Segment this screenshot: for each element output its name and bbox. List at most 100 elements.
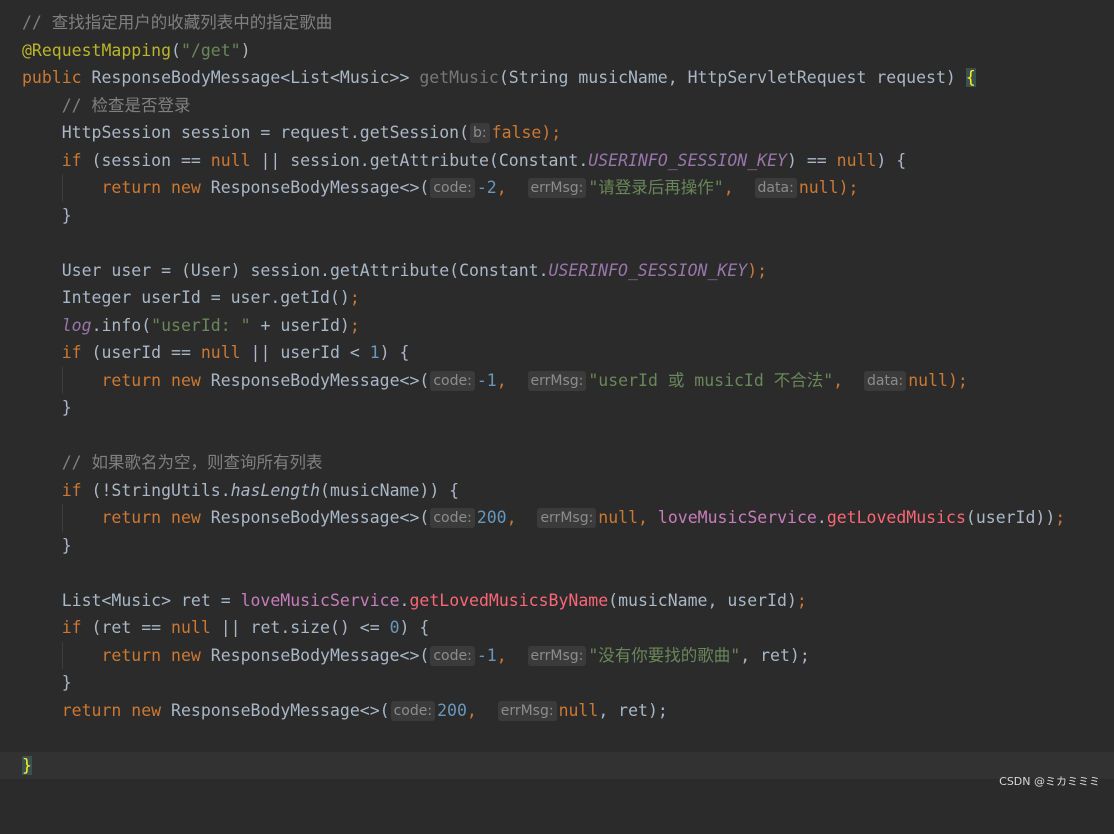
code-line-27[interactable]: [0, 724, 1114, 752]
constant: USERINFO_SESSION_KEY: [548, 260, 748, 280]
service-field: loveMusicService: [240, 590, 400, 610]
keyword: new: [171, 178, 201, 197]
code-line-4[interactable]: // 检查是否登录: [0, 92, 1114, 120]
statement: Integer userId = user.getId(): [61, 288, 350, 307]
comma: ,: [833, 370, 844, 390]
code-line-14[interactable]: return new ResponseBodyMessage<>(code: -1…: [0, 366, 1114, 394]
number: -2: [476, 178, 497, 197]
statement: + userId): [250, 315, 350, 335]
statement: HttpSession session = request.getSession…: [61, 123, 470, 142]
comment: // 查找指定用户的收藏列表中的指定歌曲: [22, 13, 333, 32]
code-line-12[interactable]: log.info("userId: " + userId);: [0, 312, 1114, 340]
args-end: , ret);: [598, 700, 668, 720]
expr: (!StringUtils.: [81, 480, 231, 500]
statement: List<Music> ret =: [61, 590, 241, 610]
keyword: return: [101, 178, 162, 197]
code-line-13[interactable]: if (userId == null || userId < 1) {: [0, 339, 1114, 367]
code-line-28-current[interactable]: }: [0, 751, 1114, 779]
number: -1: [476, 645, 497, 665]
class-ref: ResponseBodyMessage<>(: [200, 508, 430, 527]
code-line-1[interactable]: // 查找指定用户的收藏列表中的指定歌曲: [0, 9, 1114, 37]
code-line-8[interactable]: }: [0, 202, 1114, 230]
keyword: if: [61, 618, 82, 637]
args: (musicName, userId): [608, 590, 797, 610]
number: 200: [476, 508, 507, 527]
brace: }: [61, 673, 72, 692]
code-line-3[interactable]: public ResponseBodyMessage<List<Music>> …: [0, 64, 1114, 92]
semicolon: );: [838, 178, 859, 197]
method-name: getMusic: [419, 68, 499, 87]
string-literal: "/get": [180, 40, 241, 60]
keyword: new: [171, 508, 201, 527]
keyword: null: [210, 150, 251, 170]
code-line-20[interactable]: }: [0, 532, 1114, 560]
code-line-21[interactable]: [0, 559, 1114, 587]
code-line-2[interactable]: @RequestMapping("/get"): [0, 37, 1114, 65]
return-type: ResponseBodyMessage<List<Music>>: [81, 68, 420, 87]
code-line-25[interactable]: }: [0, 669, 1114, 697]
keyword: return: [101, 508, 162, 527]
keyword: if: [61, 480, 82, 500]
string-literal: "请登录后再操作": [588, 178, 724, 197]
annotation: @RequestMapping: [22, 40, 172, 60]
expr: || userId <: [240, 343, 370, 362]
code-line-6[interactable]: if (session == null || session.getAttrib…: [0, 147, 1114, 175]
code-line-19[interactable]: return new ResponseBodyMessage<>(code: 20…: [0, 504, 1114, 532]
semicolon: ;: [349, 288, 360, 307]
code-line-9[interactable]: [0, 229, 1114, 257]
paren: (: [171, 40, 181, 60]
class-ref: ResponseBodyMessage<>(: [200, 178, 430, 197]
param-hint: code:: [430, 508, 475, 528]
keyword: public: [22, 68, 82, 87]
code-editor[interactable]: // 查找指定用户的收藏列表中的指定歌曲 @RequestMapping("/g…: [0, 0, 1114, 797]
code-line-24[interactable]: return new ResponseBodyMessage<>(code: -1…: [0, 641, 1114, 669]
static-method: hasLength: [230, 480, 321, 500]
param-hint: b:: [470, 123, 490, 143]
matched-brace: {: [965, 68, 976, 87]
keyword: null: [558, 700, 599, 720]
code-line-26[interactable]: return new ResponseBodyMessage<>(code: 20…: [0, 697, 1114, 725]
constant: USERINFO_SESSION_KEY: [588, 150, 787, 170]
code-line-7[interactable]: return new ResponseBodyMessage<>(code: -2…: [0, 174, 1114, 202]
code-line-5[interactable]: HttpSession session = request.getSession…: [0, 119, 1114, 147]
keyword: false: [491, 123, 542, 142]
expr: ) {: [876, 150, 907, 170]
code-line-16[interactable]: [0, 422, 1114, 450]
semicolon: );: [747, 260, 768, 280]
expr: (session ==: [81, 150, 211, 170]
param-hint: data:: [754, 178, 797, 198]
code-line-22[interactable]: List<Music> ret = loveMusicService.getLo…: [0, 587, 1114, 615]
comment: // 检查是否登录: [61, 95, 191, 115]
expr: (ret ==: [81, 618, 172, 637]
class-ref: ResponseBodyMessage<>(: [200, 370, 430, 390]
comment: // 如果歌名为空，则查询所有列表: [61, 453, 323, 472]
dot: .: [399, 590, 410, 610]
method-call: getLovedMusics: [826, 508, 966, 527]
number: 200: [437, 700, 467, 720]
class-ref: ResponseBodyMessage<>(: [200, 645, 430, 665]
keyword: null: [200, 343, 241, 362]
code-line-11[interactable]: Integer userId = user.getId();: [0, 284, 1114, 312]
dot: .: [816, 508, 827, 527]
semicolon: );: [948, 370, 968, 390]
keyword: return: [61, 700, 122, 720]
comma: ,: [496, 178, 507, 197]
code-line-17[interactable]: // 如果歌名为空，则查询所有列表: [0, 449, 1114, 477]
code-line-18[interactable]: if (!StringUtils.hasLength(musicName)) {: [0, 477, 1114, 505]
keyword: return: [101, 645, 162, 665]
args: (userId)): [965, 508, 1056, 527]
param-hint: data:: [863, 370, 907, 391]
code-line-15[interactable]: }: [0, 394, 1114, 422]
method-call: getLovedMusicsByName: [409, 590, 609, 610]
keyword: null: [836, 150, 877, 170]
semicolon: ;: [1055, 508, 1066, 527]
keyword: null: [798, 178, 839, 197]
code-line-10[interactable]: User user = (User) session.getAttribute(…: [0, 257, 1114, 285]
param-hint: code:: [430, 645, 475, 666]
keyword: new: [171, 645, 201, 665]
param-hint: code:: [430, 370, 475, 391]
param-hint: errMsg:: [537, 508, 597, 528]
service-field: loveMusicService: [657, 508, 817, 527]
param-hint: code:: [390, 700, 436, 721]
code-line-23[interactable]: if (ret == null || ret.size() <= 0) {: [0, 614, 1114, 642]
